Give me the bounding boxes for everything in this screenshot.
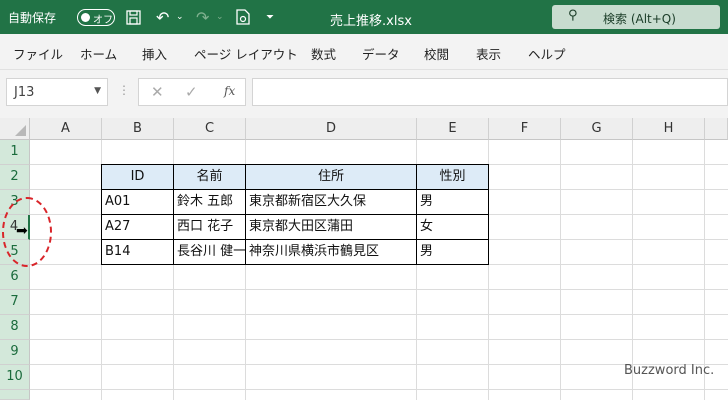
table-border (101, 189, 489, 190)
tab-file[interactable]: ファイル (13, 44, 63, 63)
row-header-8[interactable]: 8 (0, 315, 30, 340)
search-icon: ⚲ (568, 8, 578, 23)
column-header-e[interactable]: E (417, 118, 489, 140)
column-header-c[interactable]: C (174, 118, 246, 140)
gridline (30, 339, 728, 340)
tab-review[interactable]: 校閲 (424, 44, 449, 63)
column-header-b[interactable]: B (102, 118, 174, 140)
undo-dropdown-icon[interactable]: ⌄ (176, 8, 184, 26)
column-header-d[interactable]: D (246, 118, 417, 140)
row-header-10[interactable]: 10 (0, 365, 30, 390)
tab-view[interactable]: 表示 (476, 44, 501, 63)
tab-home[interactable]: ホーム (80, 44, 117, 63)
row-header-9[interactable]: 9 (0, 340, 30, 365)
formula-input[interactable] (252, 78, 728, 106)
select-all-button[interactable] (0, 118, 30, 140)
document-title: 売上推移.xlsx (330, 14, 412, 29)
toggle-knob (81, 12, 90, 22)
select-all-triangle-icon (15, 125, 26, 136)
gridline (30, 314, 728, 315)
tab-insert[interactable]: 挿入 (142, 44, 167, 63)
gridline (30, 289, 728, 290)
undo-icon[interactable]: ↶ (156, 8, 169, 27)
title-bar: 自動保存 オフ ↶ ⌄ ↷ ⌄ ⏷ 売上推移.xlsx ⚲ 検索 (Alt+Q) (0, 0, 728, 34)
watermark: Buzzword Inc. (624, 363, 715, 378)
search-placeholder: 検索 (Alt+Q) (603, 12, 676, 26)
name-box[interactable]: J13 ▼ (6, 78, 108, 106)
ribbon-tabs: ファイル ホーム 挿入 ページ レイアウト 数式 データ 校閲 表示 ヘルプ (0, 34, 728, 70)
gridline (632, 140, 633, 400)
gridline (30, 389, 728, 390)
enter-check-icon[interactable]: ✓ (185, 83, 198, 101)
autosave-state: オフ (93, 15, 113, 26)
autosave-label: 自動保存 (8, 11, 57, 25)
formula-buttons: ✕ ✓ fx (138, 78, 246, 106)
table-border (101, 214, 489, 215)
gridline (560, 140, 561, 400)
insert-function-icon[interactable]: fx (224, 84, 235, 98)
table-border (101, 239, 489, 240)
tab-formulas[interactable]: 数式 (311, 44, 336, 63)
row-header-11[interactable] (0, 390, 30, 400)
name-box-value: J13 (14, 85, 35, 100)
column-header-f[interactable]: F (489, 118, 561, 140)
column-header-a[interactable]: A (30, 118, 102, 140)
print-preview-icon[interactable] (236, 8, 250, 26)
gridline (704, 140, 705, 400)
save-icon[interactable] (126, 8, 141, 26)
tab-help[interactable]: ヘルプ (528, 44, 566, 63)
redo-dropdown-icon[interactable]: ⌄ (216, 8, 224, 26)
column-header-i[interactable] (705, 118, 728, 140)
customize-toolbar-icon[interactable]: ⏷ (266, 8, 274, 26)
column-header-h[interactable]: H (633, 118, 705, 140)
row-header-7[interactable]: 7 (0, 290, 30, 315)
formula-bar: J13 ▼ ⋮ ✕ ✓ fx (0, 70, 728, 118)
tab-page-layout[interactable]: ページ レイアウト (194, 44, 298, 63)
worksheet-grid[interactable]: A B C D E F G H 1 2 3 4 5 6 7 8 9 10 ID … (0, 118, 728, 400)
cancel-icon[interactable]: ✕ (151, 83, 164, 101)
row-header-1[interactable]: 1 (0, 140, 30, 165)
row-header-6[interactable]: 6 (0, 265, 30, 290)
column-header-g[interactable]: G (561, 118, 633, 140)
search-box[interactable]: ⚲ 検索 (Alt+Q) (552, 5, 720, 29)
row-select-cursor-icon: ➡ (16, 223, 28, 239)
redo-icon[interactable]: ↷ (196, 8, 209, 27)
autosave-toggle[interactable]: オフ (77, 9, 115, 26)
row-header-2[interactable]: 2 (0, 165, 30, 190)
chevron-down-icon[interactable]: ▼ (94, 86, 101, 96)
splitter-handle[interactable]: ⋮ (118, 83, 130, 97)
tab-data[interactable]: データ (362, 44, 400, 63)
